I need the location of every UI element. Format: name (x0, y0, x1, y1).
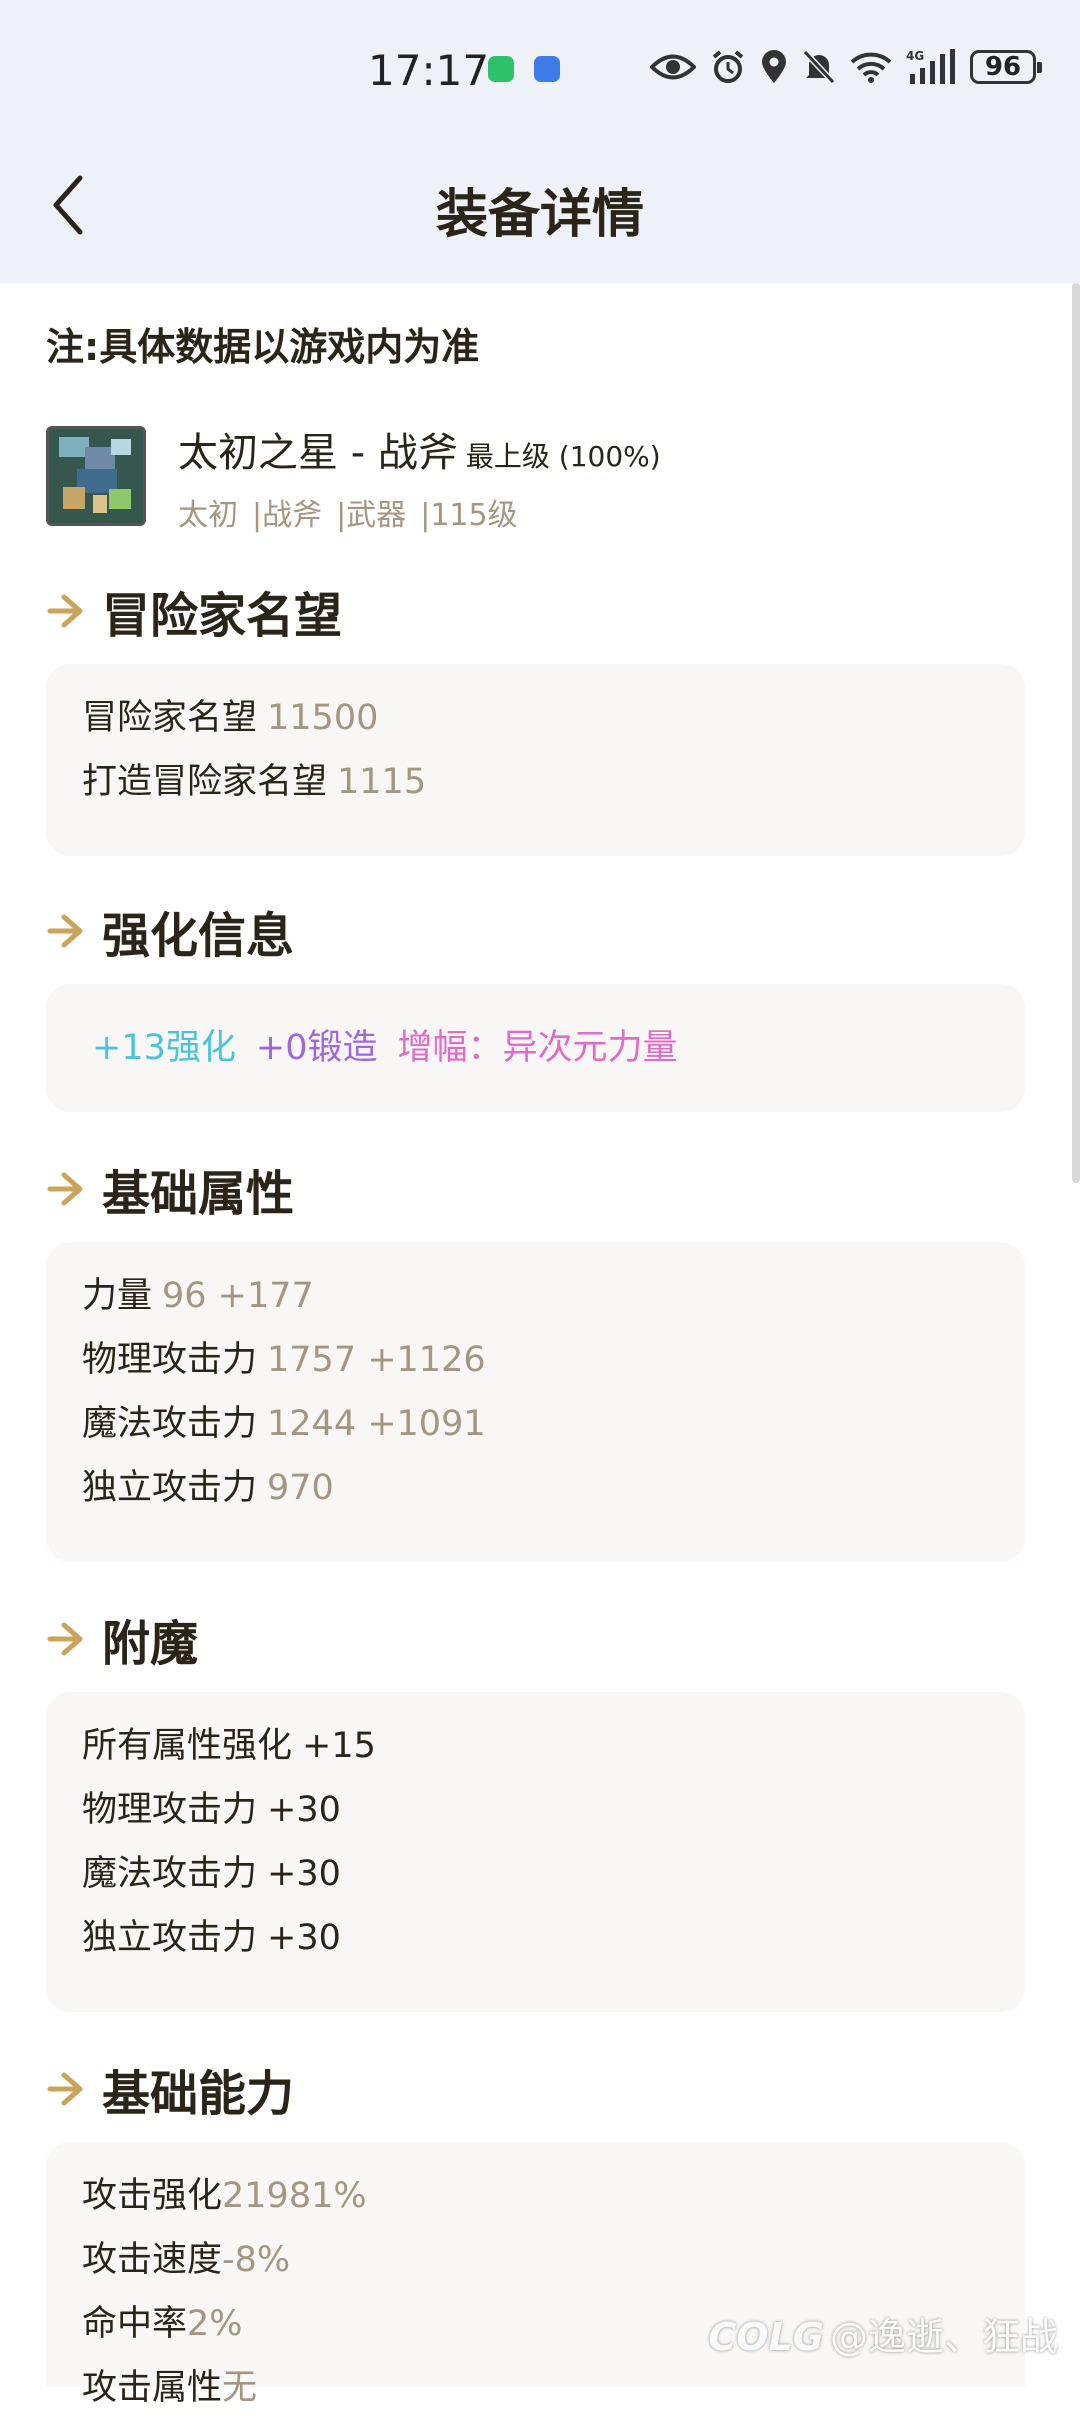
attr-label: 物理攻击力 (82, 1340, 258, 1380)
crafted-fame-label: 打造冒险家名望 (82, 762, 328, 802)
section-arrow-icon (47, 594, 83, 628)
base-attrs-card: 力量 96 +177 物理攻击力 1757 +1126 魔法攻击力 1244 +109… (46, 1242, 1025, 1562)
enchant-card: 所有属性强化 +15 物理攻击力 +30 魔法攻击力 +30 独立攻击力 +30 (46, 1692, 1025, 2012)
signal-icon: 4G (906, 49, 955, 84)
equipment-name: 太初之星 - 战斧 最上级 (100%) (178, 420, 661, 478)
ability-value: 2% (187, 2304, 243, 2344)
section-arrow-icon (47, 914, 83, 948)
ability-value: -8% (222, 2240, 291, 2280)
ability-value: 21981% (222, 2176, 367, 2216)
section-arrow-icon (47, 1622, 83, 1656)
fame-card: 冒险家名望 11500 打造冒险家名望 1115 (46, 664, 1025, 856)
section-fame-header: 冒险家名望 (46, 576, 342, 646)
tag-level: |115级 (420, 498, 518, 533)
app-icon (534, 56, 560, 82)
equipment-grade: 最上级 (100%) (465, 440, 661, 473)
scrollbar[interactable] (1072, 283, 1080, 1183)
attr-value: 1244 +1091 (267, 1404, 486, 1444)
attr-value: 1757 +1126 (267, 1340, 486, 1380)
ability-label: 攻击属性 (82, 2368, 223, 2408)
enhance-card: +13强化 +0锻造 增幅：异次元力量 (46, 984, 1025, 1112)
ability-row: 攻击强化21981% (82, 2164, 989, 2228)
attr-row: 物理攻击力 1757 +1126 (82, 1328, 989, 1392)
enchant-row: 所有属性强化 +15 (82, 1714, 989, 1778)
attr-row: 力量 96 +177 (82, 1264, 989, 1328)
section-fame-title: 冒险家名望 (102, 588, 343, 644)
ability-label: 命中率 (82, 2304, 188, 2344)
equipment-name-text: 太初之星 - 战斧 (178, 430, 458, 476)
top-bar: 17:17 4G 96 装备详情 (0, 0, 1080, 283)
forge-level: +0锻造 (255, 1028, 378, 1068)
page-title: 装备详情 (435, 185, 644, 245)
enchant-value: +30 (267, 1918, 341, 1958)
tag-type: |战斧 (252, 498, 323, 533)
wechat-icon (488, 56, 514, 82)
enchant-value: +30 (267, 1790, 341, 1830)
tag-slot: |武器 (336, 498, 407, 533)
status-time: 17:17 (368, 46, 490, 95)
enchant-label: 所有属性强化 (82, 1726, 293, 1766)
attr-value: 970 (267, 1468, 334, 1508)
fame-value: 11500 (267, 698, 379, 738)
crafted-fame-value: 1115 (337, 762, 427, 802)
ability-label: 攻击强化 (82, 2176, 223, 2216)
amplify-value: 异次元力量 (502, 1028, 678, 1068)
equipment-tags: 太初 |战斧 |武器 |115级 (178, 490, 532, 534)
enchant-label: 物理攻击力 (82, 1790, 258, 1830)
location-icon (762, 50, 786, 83)
enchant-row: 独立攻击力 +30 (82, 1906, 989, 1970)
section-enhance-header: 强化信息 (46, 896, 294, 966)
wifi-icon (850, 52, 892, 83)
enhance-line: +13强化 +0锻造 增幅：异次元力量 (92, 1016, 989, 1080)
section-enchant-header: 附魔 (46, 1604, 198, 1674)
attr-row: 魔法攻击力 1244 +1091 (82, 1392, 989, 1456)
ability-row: 攻击速度-8% (82, 2228, 989, 2292)
fame-label: 冒险家名望 (82, 698, 258, 738)
attr-label: 魔法攻击力 (82, 1404, 258, 1444)
watermark-logo: COLG (708, 2315, 824, 2359)
attr-label: 力量 (82, 1276, 153, 1316)
amplify-label: 增幅： (397, 1028, 503, 1068)
ability-value: 无 (222, 2368, 258, 2408)
ability-row: 攻击属性无 (82, 2356, 989, 2420)
data-note: 注:具体数据以游戏内为准 (46, 325, 480, 369)
section-base-attrs-header: 基础属性 (46, 1154, 294, 1224)
watermark-text: @逸逝、狂战 (829, 2315, 1058, 2359)
battery-icon: 96 (970, 50, 1042, 84)
section-base-attrs-title: 基础属性 (102, 1166, 295, 1222)
tag-origin: 太初 (178, 498, 238, 533)
enchant-label: 独立攻击力 (82, 1918, 258, 1958)
enchant-row: 魔法攻击力 +30 (82, 1842, 989, 1906)
section-enchant-title: 附魔 (102, 1616, 199, 1672)
attr-value: 96 +177 (162, 1276, 314, 1316)
section-base-ability-header: 基础能力 (46, 2054, 294, 2124)
reinforce-level: +13强化 (92, 1028, 236, 1068)
eye-icon (650, 54, 696, 80)
ability-label: 攻击速度 (82, 2240, 223, 2280)
status-icons: 4G 96 (650, 48, 1042, 86)
watermark: COLG @逸逝、狂战 (708, 2306, 1058, 2361)
section-base-ability-title: 基础能力 (102, 2066, 295, 2122)
fame-row: 冒险家名望 11500 (82, 686, 989, 750)
enchant-value: +30 (267, 1854, 341, 1894)
battery-level: 96 (984, 52, 1022, 82)
attr-label: 独立攻击力 (82, 1468, 258, 1508)
crafted-fame-row: 打造冒险家名望 1115 (82, 750, 989, 814)
mute-icon (802, 49, 836, 85)
section-arrow-icon (47, 1172, 83, 1206)
section-arrow-icon (47, 2072, 83, 2106)
equipment-icon (46, 426, 146, 526)
enchant-value: +15 (302, 1726, 376, 1766)
section-enhance-title: 强化信息 (102, 908, 295, 964)
attr-row: 独立攻击力 970 (82, 1456, 989, 1520)
enchant-label: 魔法攻击力 (82, 1854, 258, 1894)
alarm-icon (712, 50, 744, 83)
enchant-row: 物理攻击力 +30 (82, 1778, 989, 1842)
svg-text:4G: 4G (906, 49, 924, 63)
